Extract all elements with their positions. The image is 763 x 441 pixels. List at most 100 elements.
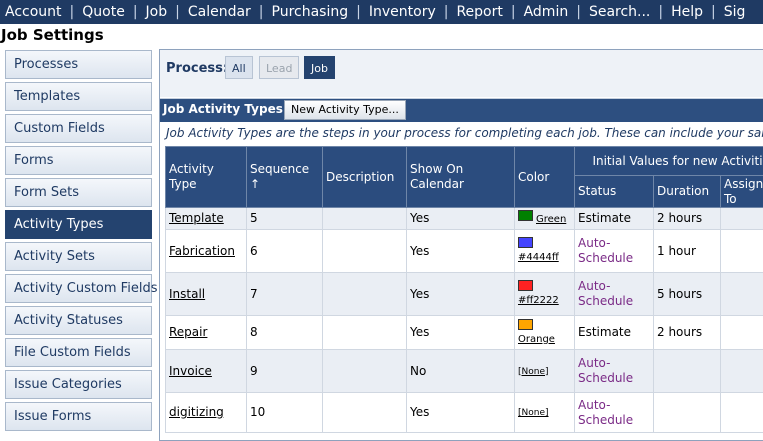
color-swatch bbox=[518, 280, 533, 291]
table-row: digitizing10Yes[None]Auto-Schedule bbox=[166, 393, 763, 433]
sidebar-item-templates[interactable]: Templates bbox=[5, 82, 152, 111]
cell-color: [None] bbox=[515, 350, 575, 393]
cell-duration: 5 hours bbox=[654, 273, 721, 316]
nav-item-report[interactable]: Report bbox=[448, 0, 510, 24]
cell-activity-type: Invoice bbox=[166, 350, 247, 393]
cell-duration bbox=[654, 393, 721, 433]
col-status[interactable]: Status bbox=[575, 176, 654, 208]
cell-color: #4444ff bbox=[515, 230, 575, 273]
cell-sequence: 9 bbox=[247, 350, 323, 393]
main-panel: Process: All Lead Job Job Activity Types… bbox=[159, 49, 763, 441]
cell-activity-type: Repair bbox=[166, 316, 247, 350]
cell-status: Estimate bbox=[575, 208, 654, 230]
color-link[interactable]: [None] bbox=[518, 367, 549, 377]
col-description[interactable]: Description bbox=[323, 147, 407, 208]
cell-activity-type: Fabrication bbox=[166, 230, 247, 273]
sidebar-item-processes[interactable]: Processes bbox=[5, 50, 152, 79]
nav-item-admin[interactable]: Admin bbox=[516, 0, 577, 24]
table-row: Template5YesGreenEstimate2 hours bbox=[166, 208, 763, 230]
process-label: Process: bbox=[166, 61, 228, 76]
nav-item-sig[interactable]: Sig bbox=[716, 0, 754, 24]
activity-types-header: Job Activity Types: New Activity Type... bbox=[160, 98, 763, 122]
cell-color: [None] bbox=[515, 393, 575, 433]
color-link[interactable]: #4444ff bbox=[518, 250, 571, 265]
cell-status: Auto-Schedule bbox=[575, 273, 654, 316]
settings-sidebar: Processes Templates Custom Fields Forms Form… bbox=[5, 50, 152, 434]
process-all-button[interactable]: All bbox=[225, 56, 253, 79]
activity-type-link[interactable]: Install bbox=[169, 287, 205, 301]
color-link[interactable]: #ff2222 bbox=[518, 293, 571, 308]
cell-show-on-calendar: Yes bbox=[407, 393, 515, 433]
col-duration[interactable]: Duration bbox=[654, 176, 721, 208]
col-group-initial-values: Initial Values for new Activiti bbox=[575, 147, 763, 176]
nav-item-job[interactable]: Job bbox=[138, 0, 176, 24]
cell-description bbox=[323, 230, 407, 273]
sidebar-item-custom-fields[interactable]: Custom Fields bbox=[5, 114, 152, 143]
sidebar-item-activity-sets[interactable]: Activity Sets bbox=[5, 242, 152, 271]
cell-sequence: 6 bbox=[247, 230, 323, 273]
sidebar-item-activity-types[interactable]: Activity Types bbox=[5, 210, 152, 239]
cell-status: Auto-Schedule bbox=[575, 230, 654, 273]
activity-type-link[interactable]: digitizing bbox=[169, 405, 224, 419]
process-lead-button[interactable]: Lead bbox=[259, 56, 299, 79]
cell-assign-to bbox=[721, 350, 763, 393]
sidebar-item-issue-categories[interactable]: Issue Categories bbox=[5, 370, 152, 399]
cell-show-on-calendar: Yes bbox=[407, 230, 515, 273]
cell-activity-type: Install bbox=[166, 273, 247, 316]
table-row: Repair8YesOrangeEstimate2 hours bbox=[166, 316, 763, 350]
sidebar-item-issue-forms[interactable]: Issue Forms bbox=[5, 402, 152, 431]
cell-show-on-calendar: Yes bbox=[407, 273, 515, 316]
cell-description bbox=[323, 273, 407, 316]
nav-item-account[interactable]: Account bbox=[0, 0, 70, 24]
color-link[interactable]: [None] bbox=[518, 408, 549, 418]
cell-show-on-calendar: No bbox=[407, 350, 515, 393]
cell-description bbox=[323, 316, 407, 350]
activity-type-link[interactable]: Fabrication bbox=[169, 244, 235, 258]
color-link[interactable]: Orange bbox=[518, 332, 571, 347]
cell-status: Estimate bbox=[575, 316, 654, 350]
activity-types-title: Job Activity Types: bbox=[163, 102, 288, 116]
col-activity-type[interactable]: Activity Type bbox=[166, 147, 247, 208]
nav-item-calendar[interactable]: Calendar bbox=[180, 0, 259, 24]
color-swatch bbox=[518, 237, 533, 248]
process-filter-bar: Process: All Lead Job bbox=[160, 50, 763, 97]
color-link[interactable]: Green bbox=[536, 212, 566, 227]
new-activity-type-button[interactable]: New Activity Type... bbox=[284, 100, 406, 120]
cell-color: Orange bbox=[515, 316, 575, 350]
cell-assign-to bbox=[721, 316, 763, 350]
sidebar-item-form-sets[interactable]: Form Sets bbox=[5, 178, 152, 207]
sidebar-item-forms[interactable]: Forms bbox=[5, 146, 152, 175]
activity-types-table-wrap: Activity Type Sequence ↑ Description Sho… bbox=[165, 146, 763, 433]
cell-assign-to bbox=[721, 273, 763, 316]
sidebar-item-activity-custom-fields[interactable]: Activity Custom Fields bbox=[5, 274, 152, 303]
cell-assign-to bbox=[721, 393, 763, 433]
nav-item-inventory[interactable]: Inventory bbox=[361, 0, 444, 24]
nav-item-purchasing[interactable]: Purchasing bbox=[264, 0, 357, 24]
col-sequence[interactable]: Sequence ↑ bbox=[247, 147, 323, 208]
sidebar-item-activity-statuses[interactable]: Activity Statuses bbox=[5, 306, 152, 335]
nav-item-search[interactable]: Search... bbox=[581, 0, 658, 24]
cell-description bbox=[323, 350, 407, 393]
nav-item-help[interactable]: Help bbox=[663, 0, 711, 24]
cell-status: Auto-Schedule bbox=[575, 350, 654, 393]
col-color[interactable]: Color bbox=[515, 147, 575, 208]
cell-duration: 2 hours bbox=[654, 208, 721, 230]
col-assign-to[interactable]: Assign To bbox=[721, 176, 763, 208]
cell-activity-type: Template bbox=[166, 208, 247, 230]
activity-type-link[interactable]: Invoice bbox=[169, 364, 212, 378]
cell-assign-to bbox=[721, 230, 763, 273]
process-job-button[interactable]: Job bbox=[304, 56, 335, 79]
col-show-on-calendar[interactable]: Show On Calendar bbox=[407, 147, 515, 208]
cell-sequence: 10 bbox=[247, 393, 323, 433]
nav-item-quote[interactable]: Quote bbox=[74, 0, 133, 24]
activity-type-link[interactable]: Template bbox=[169, 211, 224, 225]
cell-sequence: 5 bbox=[247, 208, 323, 230]
cell-description bbox=[323, 393, 407, 433]
activity-types-table: Activity Type Sequence ↑ Description Sho… bbox=[165, 146, 763, 433]
activity-type-link[interactable]: Repair bbox=[169, 325, 207, 339]
cell-show-on-calendar: Yes bbox=[407, 316, 515, 350]
cell-color: #ff2222 bbox=[515, 273, 575, 316]
table-row: Fabrication6Yes#4444ffAuto-Schedule1 hou… bbox=[166, 230, 763, 273]
page-title: Job Settings bbox=[1, 25, 104, 45]
sidebar-item-file-custom-fields[interactable]: File Custom Fields bbox=[5, 338, 152, 367]
